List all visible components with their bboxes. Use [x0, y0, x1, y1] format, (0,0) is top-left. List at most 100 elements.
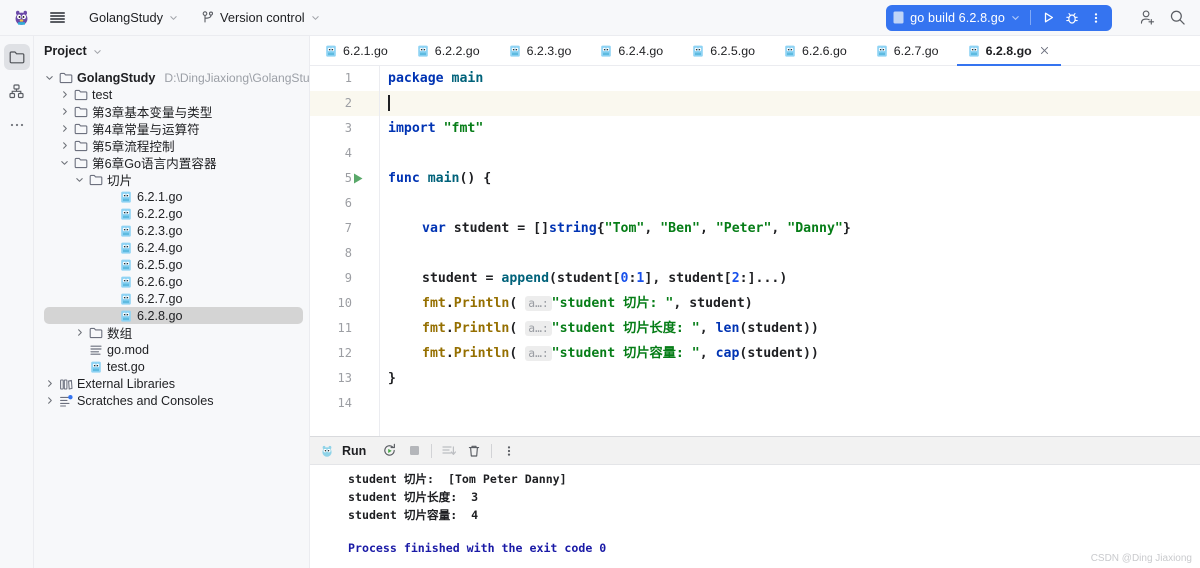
tree-expand-toggle[interactable] — [59, 157, 70, 168]
line-number[interactable]: 9 — [312, 266, 352, 291]
line-number[interactable]: 8 — [312, 241, 352, 266]
code-token-close-brace: } — [388, 371, 396, 386]
rerun-button[interactable] — [378, 440, 400, 462]
inlay-hint[interactable]: a…: — [525, 321, 552, 336]
tree-row-label: 6.2.7.go — [137, 291, 183, 306]
tree-row[interactable]: 6.2.4.go — [44, 239, 303, 256]
line-number[interactable]: 1 — [312, 66, 352, 91]
tree-row[interactable]: 第6章Go语言内置容器 — [44, 154, 303, 171]
tree-row[interactable]: GolangStudy D:\DingJiaxiong\GolangStudy — [44, 69, 309, 86]
tree-expand-toggle[interactable] — [59, 106, 70, 117]
tree-row[interactable]: Scratches and Consoles — [44, 392, 303, 409]
console-output-line: student 切片容量: 4 — [348, 508, 479, 522]
editor-tab[interactable]: 6.2.5.go — [677, 36, 769, 65]
main-menu-button[interactable] — [40, 4, 74, 32]
chevron-right-icon[interactable] — [45, 379, 54, 388]
chevron-down-icon — [311, 16, 319, 21]
tree-expand-toggle[interactable] — [74, 174, 85, 185]
clear-console-button[interactable] — [463, 440, 485, 462]
line-number[interactable]: 10 — [312, 291, 352, 316]
tree-row[interactable]: 6.2.1.go — [44, 188, 303, 205]
tree-row[interactable]: go.mod — [44, 341, 303, 358]
version-control-chip[interactable]: Version control — [195, 6, 327, 30]
chevron-right-icon[interactable] — [60, 107, 69, 116]
project-tool-window-header[interactable]: Project — [34, 36, 309, 66]
tree-row[interactable]: 切片 — [44, 171, 303, 188]
chevron-right-icon[interactable] — [45, 396, 54, 405]
chevron-down-icon[interactable] — [75, 175, 84, 184]
editor-tab[interactable]: 6.2.4.go — [585, 36, 677, 65]
debug-button[interactable] — [1060, 6, 1084, 30]
gutter-run-button[interactable] — [352, 166, 366, 191]
chevron-down-icon[interactable] — [45, 73, 54, 82]
code-token-ben: "Ben" — [660, 221, 700, 236]
tree-row[interactable]: 6.2.6.go — [44, 273, 303, 290]
tree-expand-toggle[interactable] — [59, 89, 70, 100]
line-number[interactable]: 13 — [312, 366, 352, 391]
editor-tab[interactable]: 6.2.8.go — [953, 36, 1065, 66]
tree-row[interactable]: test.go — [44, 358, 303, 375]
line-number[interactable]: 14 — [312, 391, 352, 416]
stop-button[interactable] — [403, 440, 425, 462]
line-number[interactable]: 4 — [312, 141, 352, 166]
line-number[interactable]: 6 — [312, 191, 352, 216]
tree-expand-toggle[interactable] — [44, 378, 55, 389]
tree-expand-toggle[interactable] — [74, 327, 85, 338]
tree-expand-toggle[interactable] — [44, 395, 55, 406]
code-token-comma: , — [699, 321, 716, 336]
tree-row[interactable]: 第3章基本变量与类型 — [44, 103, 303, 120]
console-output[interactable]: student 切片: [Tom Peter Danny] student 切片长… — [310, 465, 1200, 568]
line-number[interactable]: 2 — [312, 91, 352, 116]
editor-tab[interactable]: 6.2.7.go — [861, 36, 953, 65]
line-number[interactable]: 11 — [312, 316, 352, 341]
project-name-chip[interactable]: GolangStudy — [82, 6, 185, 30]
scroll-to-end-button[interactable] — [438, 440, 460, 462]
tree-row[interactable]: 6.2.2.go — [44, 205, 303, 222]
line-number[interactable]: 12 — [312, 341, 352, 366]
go-file-icon — [967, 44, 981, 58]
run-more-options-button[interactable] — [1084, 6, 1108, 30]
editor-tab[interactable]: 6.2.3.go — [494, 36, 586, 65]
editor-tab[interactable]: 6.2.6.go — [769, 36, 861, 65]
project-tree[interactable]: GolangStudy D:\DingJiaxiong\GolangStudy te… — [34, 66, 309, 568]
tree-row[interactable]: 6.2.7.go — [44, 290, 303, 307]
tree-row[interactable]: 6.2.8.go — [44, 307, 303, 324]
tree-row[interactable]: test — [44, 86, 303, 103]
code-content[interactable]: package main import "fmt" func main() { … — [380, 66, 1200, 436]
line-number[interactable]: 5 — [312, 166, 352, 191]
tree-row[interactable]: External Libraries — [44, 375, 303, 392]
rail-button-project[interactable] — [3, 44, 30, 70]
tree-row[interactable]: 6.2.3.go — [44, 222, 303, 239]
account-button[interactable] — [1132, 4, 1162, 32]
tree-row[interactable]: 第5章流程控制 — [44, 137, 303, 154]
inlay-hint[interactable]: a…: — [525, 296, 552, 311]
go-file-icon — [89, 360, 103, 374]
tree-row[interactable]: 数组 — [44, 324, 303, 341]
chevron-right-icon[interactable] — [60, 90, 69, 99]
close-icon[interactable] — [1039, 45, 1051, 57]
line-number[interactable]: 7 — [312, 216, 352, 241]
rail-button-more[interactable] — [4, 112, 30, 138]
run-panel-more-button[interactable] — [498, 440, 520, 462]
tree-row[interactable]: 6.2.5.go — [44, 256, 303, 273]
editor-tab[interactable]: 6.2.1.go — [310, 36, 402, 65]
line-number[interactable]: 3 — [312, 116, 352, 141]
tree-expand-toggle[interactable] — [59, 140, 70, 151]
chevron-right-icon[interactable] — [60, 141, 69, 150]
goland-gopher-logo[interactable] — [6, 4, 36, 32]
code-editor[interactable]: 1 2 3 4 5 6 7 8 9 10 11 12 13 14 package main import … — [310, 66, 1200, 436]
run-button[interactable] — [1036, 6, 1060, 30]
tree-row[interactable]: 第4章常量与运算符 — [44, 120, 303, 137]
editor-gutter[interactable]: 1 2 3 4 5 6 7 8 9 10 11 12 13 14 — [310, 66, 380, 436]
inlay-hint[interactable]: a…: — [525, 346, 552, 361]
chevron-right-icon[interactable] — [75, 328, 84, 337]
tree-expand-toggle[interactable] — [44, 72, 55, 83]
tree-expand-toggle[interactable] — [59, 123, 70, 134]
search-everywhere-button[interactable] — [1162, 4, 1192, 32]
rail-button-structure[interactable] — [4, 78, 30, 104]
chevron-down-icon[interactable] — [60, 158, 69, 167]
run-configuration-selector[interactable]: go build 6.2.8.go — [893, 5, 1025, 31]
chevron-right-icon[interactable] — [60, 124, 69, 133]
editor-tab-bar[interactable]: 6.2.1.go 6.2.2.go 6.2.3.go 6.2.4.go 6.2.5.go… — [310, 36, 1200, 66]
editor-tab[interactable]: 6.2.2.go — [402, 36, 494, 65]
